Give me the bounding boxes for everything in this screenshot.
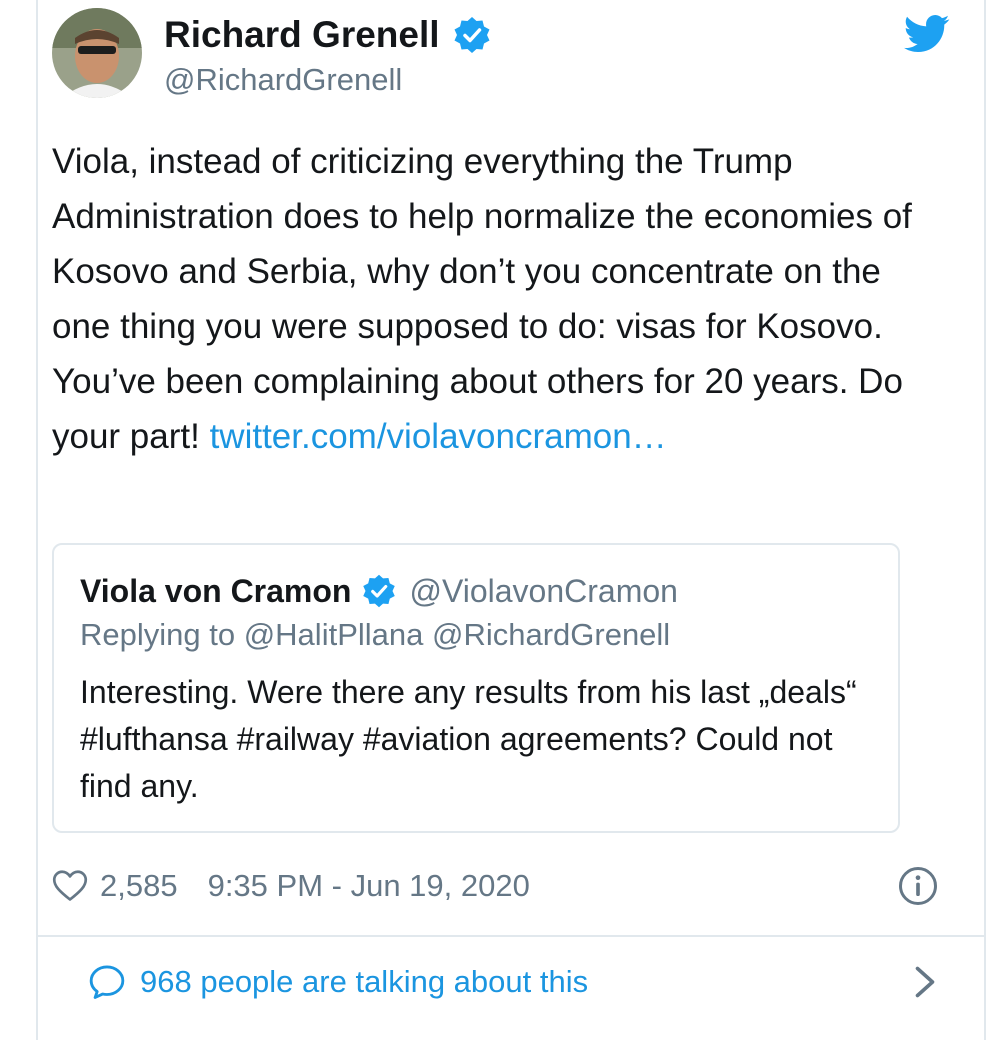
author-avatar[interactable] bbox=[52, 8, 142, 98]
heart-icon[interactable] bbox=[52, 868, 88, 904]
author-name-text: Richard Grenell bbox=[164, 14, 440, 55]
quoted-author-handle: @ViolavonCramon bbox=[409, 573, 678, 609]
conversation-link[interactable]: 968 people are talking about this bbox=[88, 958, 938, 1006]
verified-badge-icon bbox=[454, 17, 490, 53]
speech-bubble-icon bbox=[89, 965, 125, 999]
tweet-link[interactable]: twitter.com/violavoncramon… bbox=[210, 417, 667, 456]
replying-to-text: Replying to @HalitPllana @RichardGrenell bbox=[80, 617, 671, 652]
talking-label: 968 people are talking about this bbox=[140, 964, 589, 999]
tweet-text: Viola, instead of criticizing everything… bbox=[52, 134, 922, 464]
tweet-timestamp[interactable]: 9:35 PM - Jun 19, 2020 bbox=[208, 868, 530, 904]
quoted-author-name: Viola von Cramon bbox=[80, 573, 352, 609]
quoted-tweet[interactable]: Viola von Cramon @ViolavonCramon Replyin… bbox=[52, 543, 900, 833]
divider bbox=[36, 935, 986, 937]
quoted-tweet-header: Viola von Cramon @ViolavonCramon bbox=[80, 569, 678, 613]
verified-badge-icon bbox=[363, 574, 396, 608]
tweet-meta: 2,585 9:35 PM - Jun 19, 2020 bbox=[52, 862, 938, 910]
like-count[interactable]: 2,585 bbox=[100, 868, 178, 904]
tweet-body: Viola, instead of criticizing everything… bbox=[52, 142, 912, 456]
quoted-tweet-text: Interesting. Were there any results from… bbox=[80, 674, 857, 804]
twitter-bird-icon[interactable] bbox=[904, 14, 950, 54]
chevron-right-icon bbox=[915, 966, 935, 998]
author-name[interactable]: Richard Grenell bbox=[164, 10, 492, 60]
author-handle[interactable]: @RichardGrenell bbox=[164, 58, 402, 102]
info-icon[interactable] bbox=[898, 866, 938, 906]
